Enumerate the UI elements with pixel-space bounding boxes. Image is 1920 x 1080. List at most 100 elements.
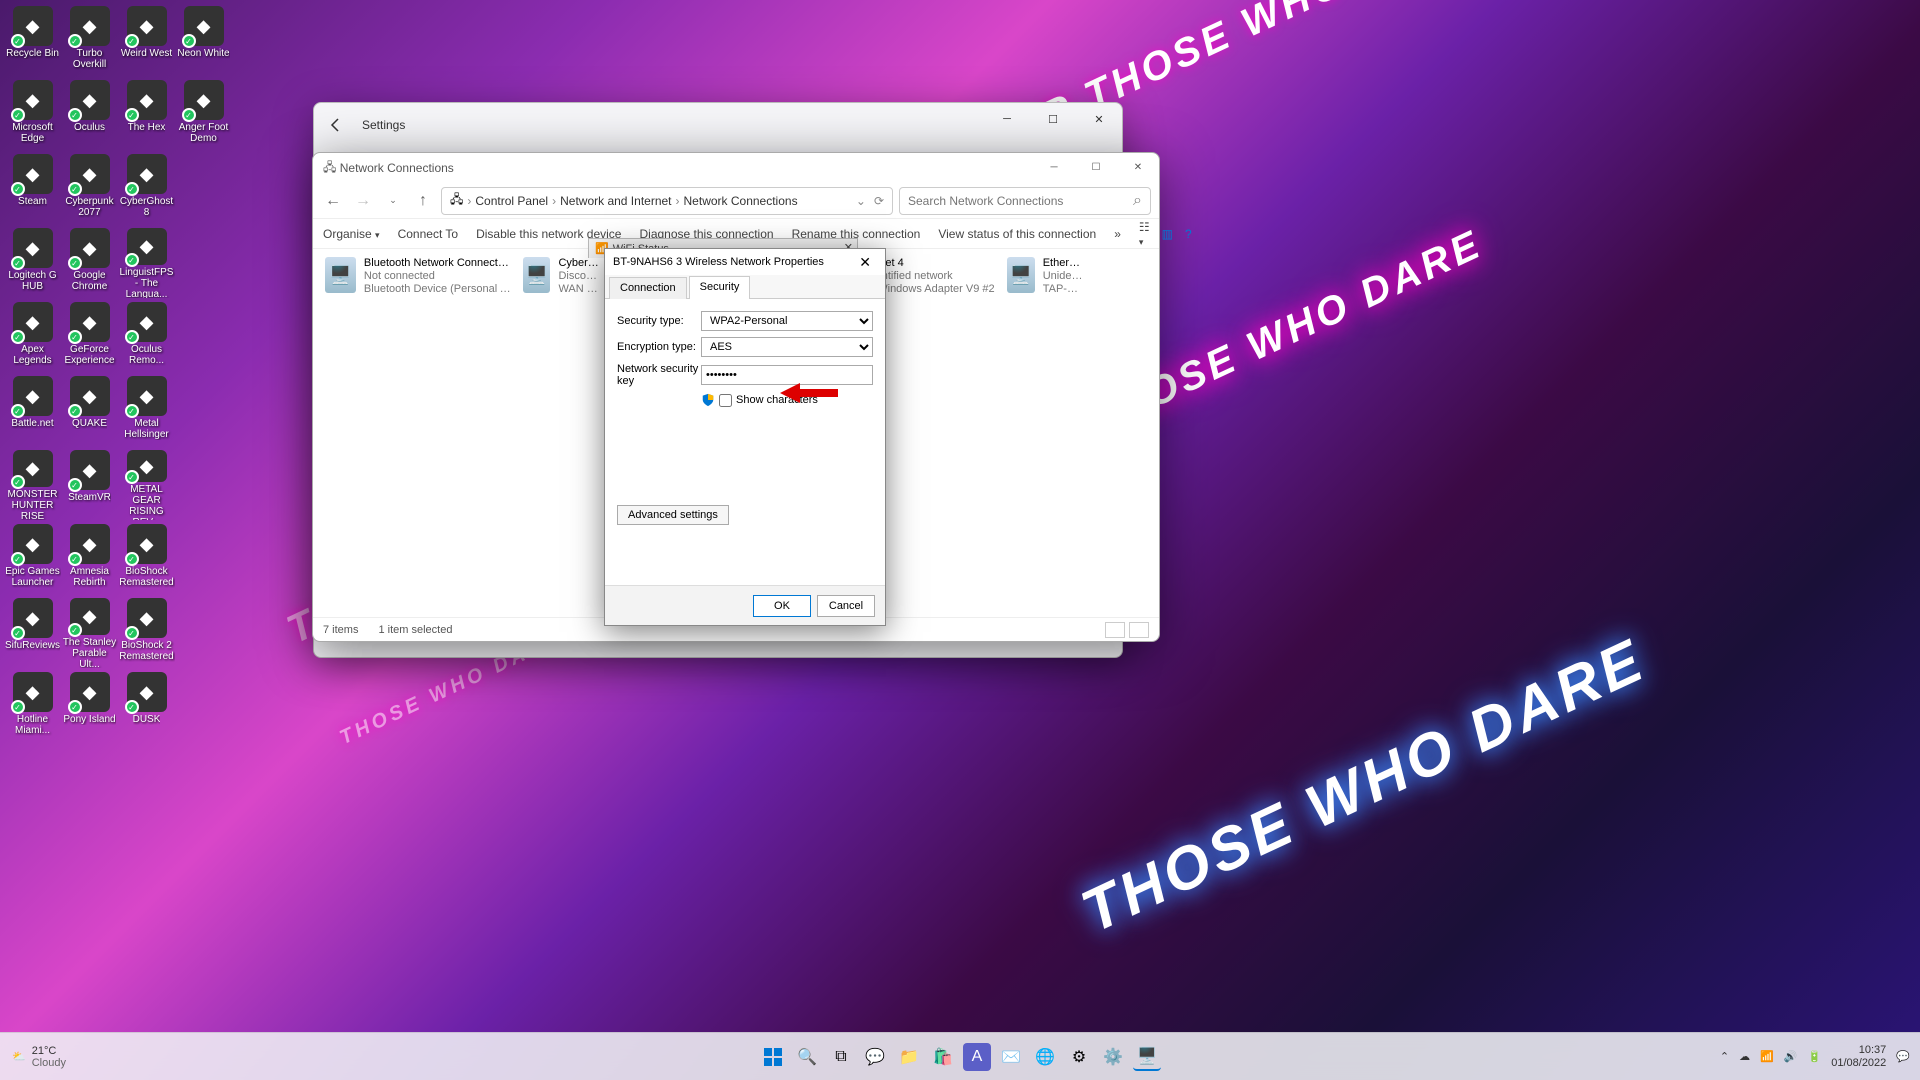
view-details-button[interactable] [1105, 622, 1125, 638]
desktop-icon[interactable]: ◆✓Hotline Miami... [4, 672, 61, 742]
notifications-icon[interactable]: 💬 [1896, 1050, 1910, 1063]
nav-up-button[interactable]: ↑ [411, 189, 435, 213]
desktop-icon[interactable]: ◆✓SifuReviews [4, 598, 61, 668]
steam-button[interactable]: ⚙ [1065, 1043, 1093, 1071]
tab-connection[interactable]: Connection [609, 277, 687, 300]
desktop-icon[interactable]: ◆✓Microsoft Edge [4, 80, 61, 150]
tray-network-icon[interactable]: 📶 [1760, 1050, 1774, 1063]
desktop-icon[interactable]: ◆✓Battle.net [4, 376, 61, 446]
desktop-icon[interactable]: ◆✓Logitech G HUB [4, 228, 61, 298]
desktop-icon[interactable]: ◆✓The Stanley Parable Ult... [61, 598, 118, 668]
start-button[interactable] [759, 1043, 787, 1071]
tray-overflow-icon[interactable]: ⌃ [1720, 1050, 1729, 1063]
chat-button[interactable]: 💬 [861, 1043, 889, 1071]
desktop-icon[interactable]: ◆✓Anger Foot Demo [175, 80, 232, 150]
desktop-icon[interactable]: ◆✓Weird West [118, 6, 175, 76]
desktop-icon[interactable]: ◆✓Amnesia Rebirth [61, 524, 118, 594]
search-box[interactable]: ⌕ [899, 187, 1151, 215]
help-icon[interactable]: ? [1185, 227, 1192, 241]
toolbar-connect-to[interactable]: Connect To [398, 227, 459, 241]
desktop-icon[interactable]: ◆✓Pony Island [61, 672, 118, 742]
nav-forward-button[interactable]: → [351, 189, 375, 213]
mail-button[interactable]: ✉️ [997, 1043, 1025, 1071]
desktop-icon[interactable]: ◆✓GeForce Experience [61, 302, 118, 372]
desktop-icon[interactable]: ◆✓LinguistFPS - The Langua... [118, 228, 175, 298]
encryption-type-select[interactable]: AES [701, 337, 873, 357]
desktop-icon[interactable]: ◆✓METAL GEAR RISING REV... [118, 450, 175, 520]
desktop-icon[interactable]: ◆✓DUSK [118, 672, 175, 742]
desktop-icon[interactable]: ◆✓Metal Hellsinger [118, 376, 175, 446]
desktop-icon[interactable]: ◆✓Steam [4, 154, 61, 224]
desktop-icon[interactable]: ◆✓Oculus Remo... [118, 302, 175, 372]
desktop-icon[interactable]: ◆✓Neon White [175, 6, 232, 76]
back-icon[interactable] [326, 115, 346, 135]
desktop-icon[interactable]: ◆✓BioShock 2 Remastered [118, 598, 175, 668]
show-characters-checkbox[interactable] [719, 394, 732, 407]
taskbar-weather[interactable]: ⛅ 21°C Cloudy [12, 1045, 66, 1069]
chrome-button[interactable]: 🌐 [1031, 1043, 1059, 1071]
close-button[interactable]: ✕ [1076, 103, 1122, 135]
nav-back-button[interactable]: ← [321, 189, 345, 213]
breadcrumb[interactable]: Network Connections [684, 194, 798, 208]
ok-button[interactable]: OK [753, 595, 811, 617]
desktop-icon[interactable]: ◆✓Epic Games Launcher [4, 524, 61, 594]
toolbar-view-status[interactable]: View status of this connection [938, 227, 1096, 241]
toolbar-more[interactable]: » [1114, 227, 1121, 241]
desktop-icon[interactable]: ◆✓Recycle Bin [4, 6, 61, 76]
preview-pane-icon[interactable]: ▥ [1162, 227, 1173, 241]
taskbar-clock[interactable]: 10:37 01/08/2022 [1831, 1044, 1886, 1070]
connection-item[interactable]: 🖥️Ethernet...Unidenti...TAP-Win... [1005, 255, 1085, 297]
desktop-icon[interactable]: ◆✓Apex Legends [4, 302, 61, 372]
toolbar-organise[interactable]: Organise ▾ [323, 227, 380, 241]
close-button[interactable]: ✕ [1117, 153, 1159, 181]
desktop-icon[interactable]: ◆✓Oculus [61, 80, 118, 150]
connection-item[interactable]: 🖥️CyberGh...Disconn...WAN Mi... [521, 255, 601, 297]
maximize-button[interactable]: ☐ [1075, 153, 1117, 181]
address-bar[interactable]: 🖧 › Control Panel › Network and Internet… [441, 187, 893, 215]
breadcrumb[interactable]: Control Panel [475, 194, 548, 208]
view-icons-button[interactable] [1129, 622, 1149, 638]
refresh-icon[interactable]: ⟳ [874, 194, 884, 208]
desktop-icon-label: Microsoft Edge [5, 122, 61, 144]
view-options-icon[interactable]: ☷ ▾ [1139, 220, 1150, 248]
store-button[interactable]: 🛍️ [929, 1043, 957, 1071]
dropdown-icon[interactable]: ⌄ [856, 194, 866, 208]
close-button[interactable]: ✕ [853, 254, 877, 271]
cancel-button[interactable]: Cancel [817, 595, 875, 617]
minimize-button[interactable]: ─ [1033, 153, 1075, 181]
desktop-icon-label: Steam [18, 196, 47, 207]
search-button[interactable]: 🔍 [793, 1043, 821, 1071]
tray-volume-icon[interactable]: 🔊 [1784, 1050, 1798, 1063]
desktop-icon[interactable]: ◆✓MONSTER HUNTER RISE [4, 450, 61, 520]
search-icon[interactable]: ⌕ [1133, 192, 1142, 210]
tray-battery-icon[interactable]: 🔋 [1808, 1050, 1822, 1063]
file-explorer-button[interactable]: 📁 [895, 1043, 923, 1071]
desktop-icon[interactable]: ◆✓BioShock Remastered [118, 524, 175, 594]
dialog-titlebar[interactable]: BT-9NAHS6 3 Wireless Network Properties … [605, 249, 885, 275]
settings-button[interactable]: ⚙️ [1099, 1043, 1127, 1071]
desktop-icon[interactable]: ◆✓QUAKE [61, 376, 118, 446]
maximize-button[interactable]: ☐ [1030, 103, 1076, 135]
desktop-icon[interactable]: ◆✓The Hex [118, 80, 175, 150]
connection-item[interactable]: 🖥️Bluetooth Network ConnectionNot connec… [323, 255, 513, 297]
desktop-icon-label: QUAKE [72, 418, 107, 429]
desktop-icon[interactable]: ◆✓SteamVR [61, 450, 118, 520]
desktop-icon[interactable]: ◆✓Turbo Overkill [61, 6, 118, 76]
network-adapter-icon: 🖥️ [523, 257, 550, 293]
advanced-settings-button[interactable]: Advanced settings [617, 505, 729, 525]
search-input[interactable] [908, 194, 1133, 208]
nc-titlebar[interactable]: 🖧 Network Connections ─ ☐ ✕ [313, 153, 1159, 183]
tab-security[interactable]: Security [689, 276, 751, 299]
security-type-select[interactable]: WPA2-Personal [701, 311, 873, 331]
minimize-button[interactable]: ─ [984, 103, 1030, 135]
task-view-button[interactable]: ⧉ [827, 1043, 855, 1071]
tray-onedrive-icon[interactable]: ☁ [1739, 1050, 1750, 1063]
breadcrumb[interactable]: Network and Internet [560, 194, 671, 208]
app-button[interactable]: A [963, 1043, 991, 1071]
network-key-input[interactable] [701, 365, 873, 385]
desktop-icon[interactable]: ◆✓Google Chrome [61, 228, 118, 298]
desktop-icon[interactable]: ◆✓Cyberpunk 2077 [61, 154, 118, 224]
running-app-button[interactable]: 🖥️ [1133, 1043, 1161, 1071]
desktop-icon[interactable]: ◆✓CyberGhost 8 [118, 154, 175, 224]
nav-recent-button[interactable]: ⌄ [381, 189, 405, 213]
